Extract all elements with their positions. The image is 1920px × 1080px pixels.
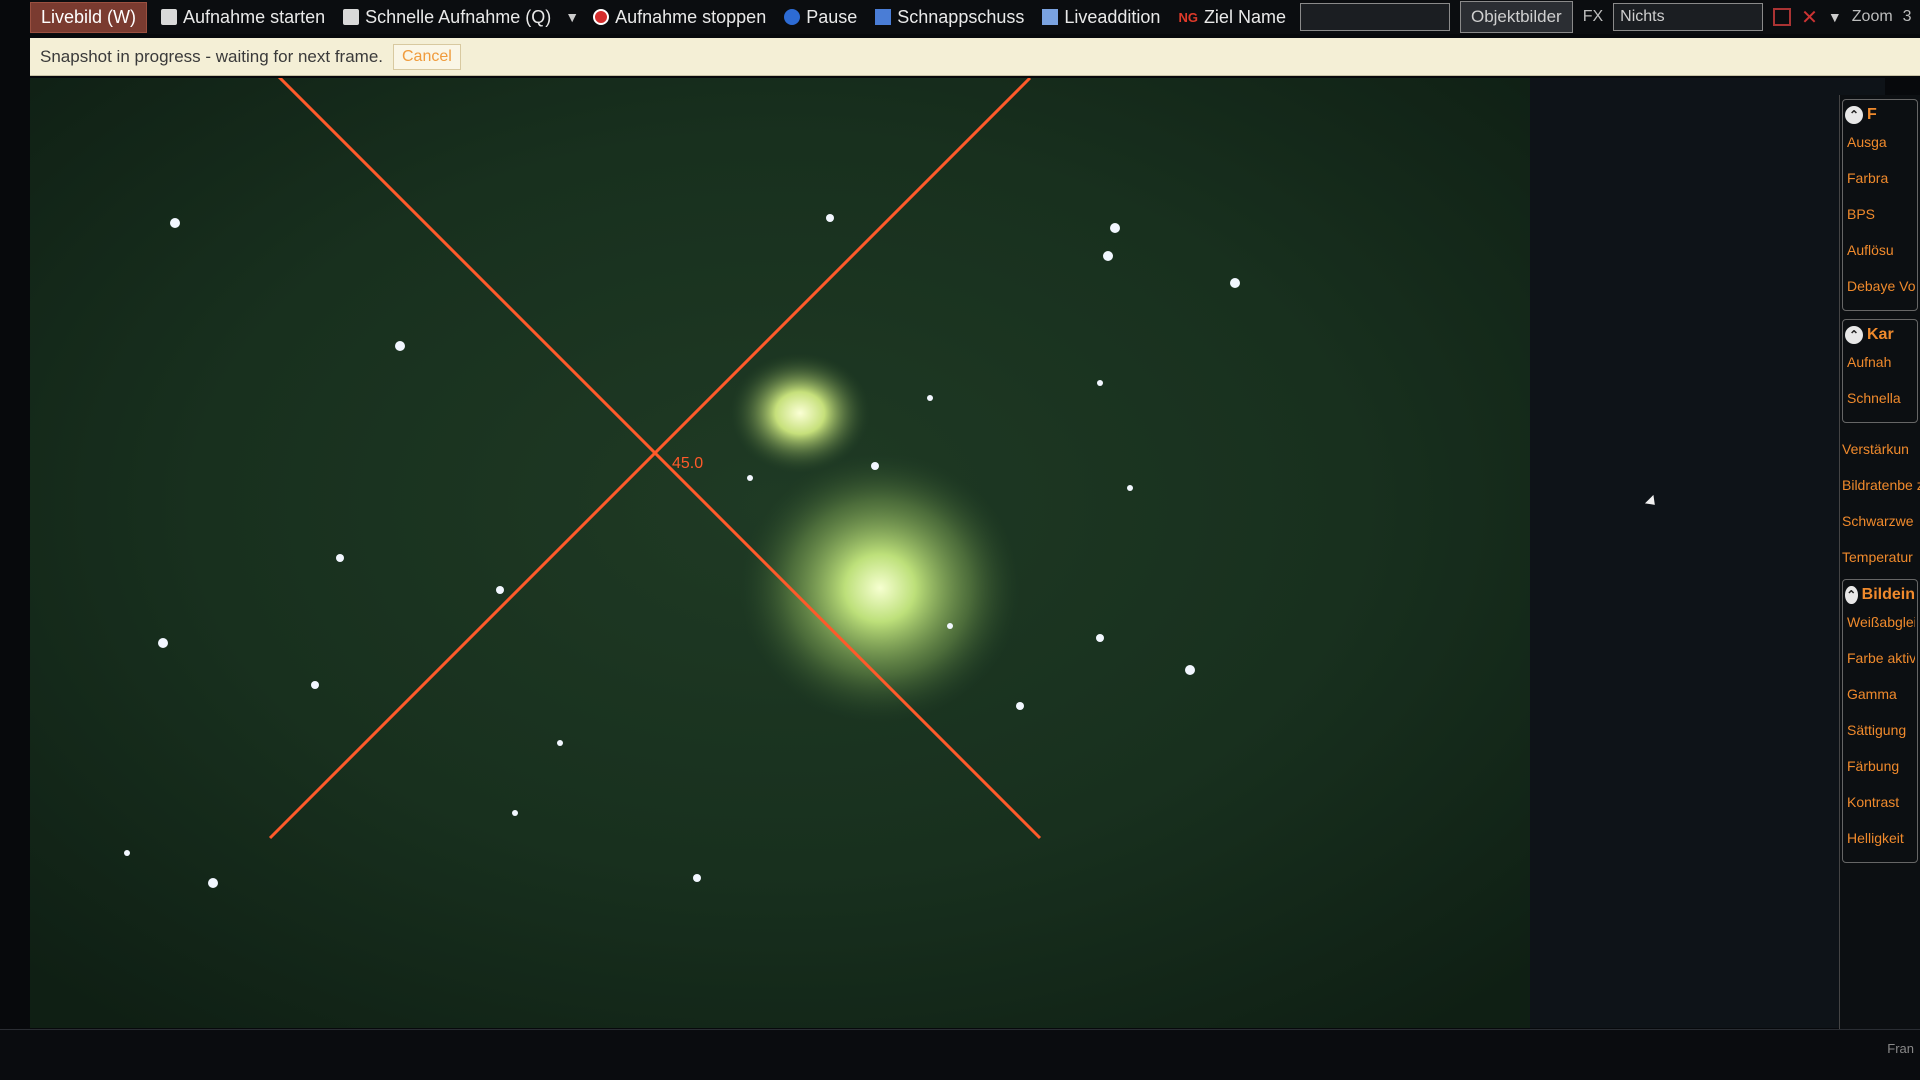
mouse-cursor-icon [1644, 494, 1660, 510]
live-view-label: Livebild (W) [41, 6, 137, 27]
zoom-value[interactable]: 3 [1903, 8, 1912, 26]
panel-item[interactable]: Bildratenbe zung [1840, 467, 1920, 503]
side-panel: ⌃ F Ausga Farbra BPS Auflösu Debaye Vora… [1839, 95, 1920, 1035]
panel-item[interactable]: Kontrast [1845, 784, 1915, 820]
object-images-button[interactable]: Objektbilder [1459, 1, 1573, 33]
cross-icon[interactable]: ✕ [1801, 5, 1818, 30]
start-recording-label: Aufnahme starten [183, 6, 326, 27]
camera-icon [161, 9, 178, 25]
pause-label: Pause [806, 6, 858, 27]
live-image[interactable]: 45.0 [30, 78, 1530, 1028]
snapshot-notice-bar: Snapshot in progress - waiting for next … [30, 38, 1920, 76]
camera-icon [343, 9, 360, 25]
panel-item[interactable]: Ausga [1845, 124, 1915, 160]
group-head-camera[interactable]: ⌃ Kar [1845, 326, 1915, 344]
panel-item[interactable]: BPS [1845, 196, 1915, 232]
notice-message: Snapshot in progress - waiting for next … [40, 46, 383, 66]
galaxy [740, 453, 1020, 723]
panel-item[interactable]: Weißabgleic [1845, 604, 1915, 640]
object-images-label: Objektbilder [1470, 7, 1562, 26]
panel-item[interactable]: Verstärkun [1840, 431, 1920, 467]
status-text: Fran [1887, 1041, 1914, 1056]
quick-recording-button[interactable]: Schnelle Aufnahme (Q) [339, 5, 555, 30]
live-addition-label: Liveaddition [1064, 6, 1161, 27]
chevron-down-icon[interactable]: ▼ [565, 9, 579, 25]
live-addition-icon [1042, 9, 1059, 25]
toolbar: Livebild (W) Aufnahme starten Schnelle A… [30, 0, 1920, 34]
panel-group-format: ⌃ F Ausga Farbra BPS Auflösu Debaye Vora… [1842, 99, 1918, 311]
start-recording-button[interactable]: Aufnahme starten [157, 5, 329, 30]
status-bar: Fran [0, 1029, 1920, 1080]
panel-item[interactable]: Helligkeit [1845, 820, 1915, 856]
panel-item[interactable]: Sättigung [1845, 712, 1915, 748]
pause-button[interactable]: Pause [780, 5, 861, 30]
target-name-label: NG Ziel Name [1174, 5, 1290, 30]
live-view-button[interactable]: Livebild (W) [30, 1, 148, 33]
stop-icon [593, 9, 610, 25]
image-viewer[interactable]: 45.0 [30, 78, 1885, 1028]
fx-select[interactable] [1613, 3, 1764, 31]
crosshair-angle: 45.0 [672, 455, 703, 472]
collapse-icon[interactable]: ⌃ [1845, 586, 1858, 604]
chevron-down-icon[interactable]: ▼ [1828, 9, 1842, 25]
ng-icon: NG [1178, 9, 1198, 25]
group-head-format[interactable]: ⌃ F [1845, 106, 1915, 124]
companion-galaxy [730, 353, 870, 473]
panel-item[interactable]: Schwarzwe [1840, 503, 1920, 539]
snapshot-label: Schnappschuss [897, 6, 1025, 27]
collapse-icon[interactable]: ⌃ [1845, 106, 1863, 124]
panel-item[interactable]: Gamma [1845, 676, 1915, 712]
quick-recording-label: Schnelle Aufnahme (Q) [365, 6, 552, 27]
panel-item[interactable]: Auflösu [1845, 232, 1915, 268]
panel-group-image: ⌃ Bildein Weißabgleic Farbe aktivie Gamm… [1842, 579, 1918, 863]
stop-recording-button[interactable]: Aufnahme stoppen [589, 5, 770, 30]
group-title: Bildein [1861, 586, 1915, 603]
group-title: Kar [1867, 326, 1894, 343]
snapshot-button[interactable]: Schnappschuss [871, 5, 1028, 30]
pause-icon [784, 9, 801, 25]
panel-item[interactable]: Färbung [1845, 748, 1915, 784]
zoom-label: Zoom [1851, 8, 1893, 25]
fx-label: FX [1582, 8, 1604, 25]
group-head-image[interactable]: ⌃ Bildein [1845, 586, 1915, 604]
live-addition-button[interactable]: Liveaddition [1038, 5, 1164, 30]
target-name-text: Ziel Name [1203, 6, 1286, 27]
snapshot-icon [875, 9, 892, 25]
panel-item[interactable]: Farbe aktivie [1845, 640, 1915, 676]
panel-item[interactable]: Aufnah [1845, 344, 1915, 380]
panel-item[interactable]: Farbra [1845, 160, 1915, 196]
collapse-icon[interactable]: ⌃ [1845, 326, 1863, 344]
stop-square-icon[interactable] [1773, 8, 1792, 26]
stop-recording-label: Aufnahme stoppen [615, 6, 767, 27]
target-name-input[interactable] [1299, 3, 1450, 31]
panel-item[interactable]: Temperatur [1840, 539, 1920, 575]
group-title: F [1867, 106, 1877, 123]
star-field-svg: 45.0 [30, 78, 1530, 1028]
panel-item[interactable]: Debaye Voransi [1845, 268, 1915, 304]
panel-group-camera: ⌃ Kar Aufnah Schnella [1842, 319, 1918, 423]
panel-item[interactable]: Schnella [1845, 380, 1915, 416]
cancel-button[interactable]: Cancel [393, 43, 461, 70]
